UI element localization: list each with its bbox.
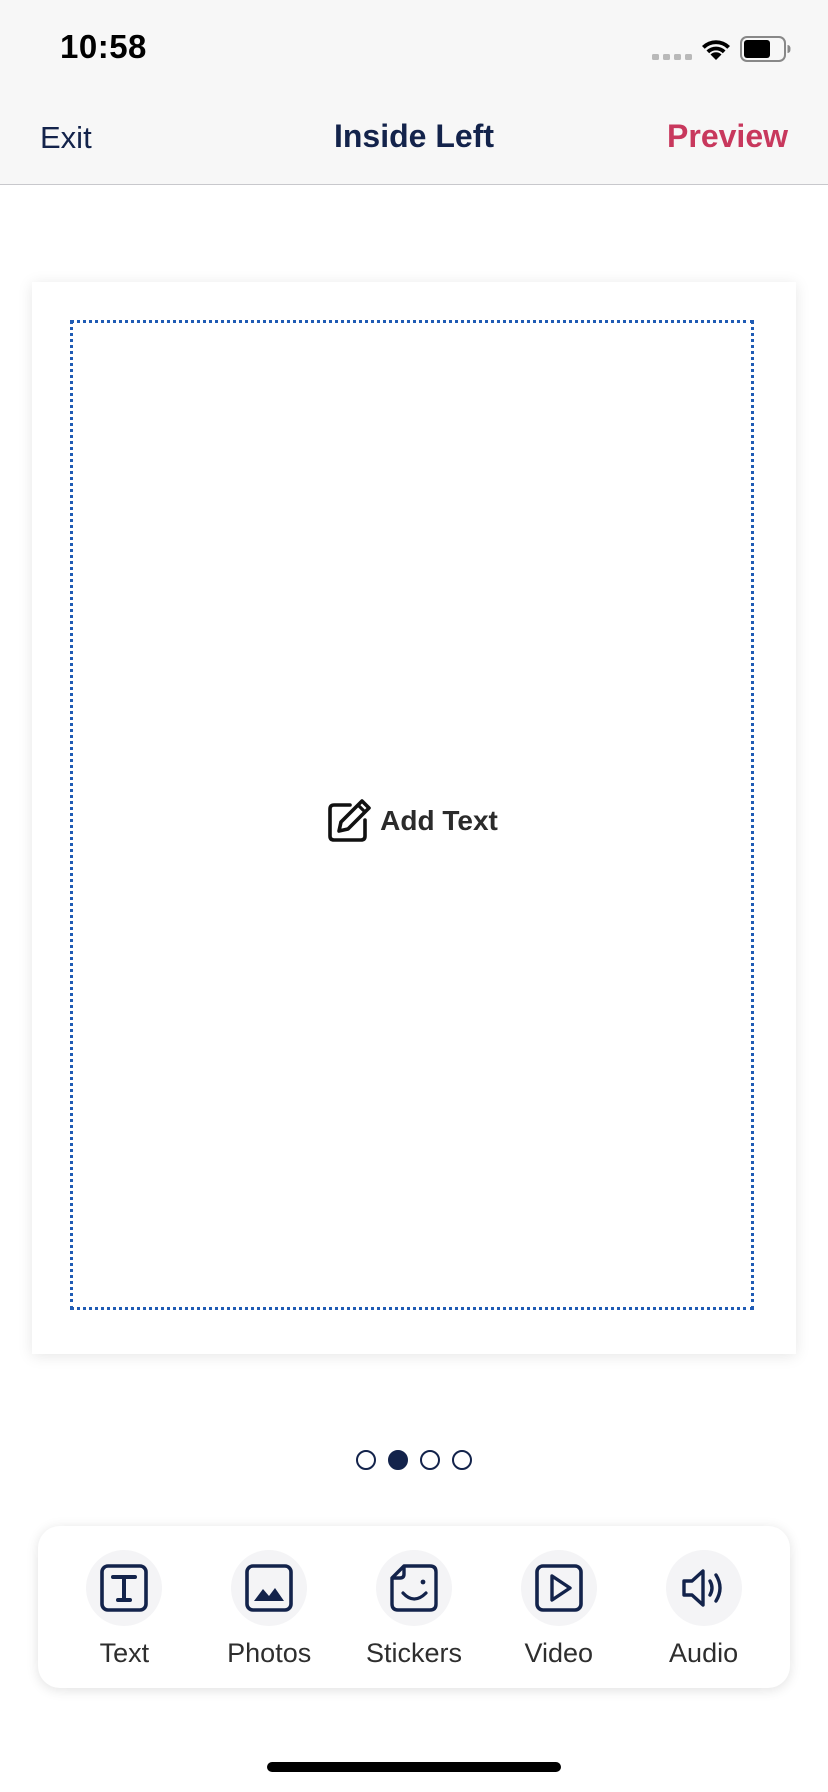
sticker-icon xyxy=(375,1550,452,1626)
toolbar-label: Audio xyxy=(669,1638,739,1668)
toolbar-label: Photos xyxy=(227,1638,312,1668)
nav-bar: Exit Inside Left Preview xyxy=(0,96,828,185)
toolbar-item-stickers[interactable]: Stickers xyxy=(349,1526,479,1669)
wifi-icon xyxy=(702,40,730,60)
add-text-label: Add Text xyxy=(380,805,498,836)
toolbar-item-video[interactable]: Video xyxy=(494,1526,624,1669)
edit-pencil-icon xyxy=(328,799,371,842)
card-editor-screen: 10:58 Exit Inside Left Preview Add Text … xyxy=(0,0,828,1792)
page-dot[interactable] xyxy=(356,1450,376,1470)
preview-button[interactable]: Preview xyxy=(667,118,788,155)
video-play-icon xyxy=(520,1550,597,1626)
status-bar: 10:58 xyxy=(0,0,828,96)
toolbar-label: Video xyxy=(524,1638,594,1668)
toolbar-item-photos[interactable]: Photos xyxy=(204,1526,334,1669)
text-icon xyxy=(86,1550,163,1626)
speaker-icon xyxy=(665,1550,742,1626)
page-indicator xyxy=(0,1450,828,1470)
toolbar-label: Text xyxy=(99,1638,150,1668)
page-dot[interactable] xyxy=(420,1450,440,1470)
toolbar-item-text[interactable]: Text xyxy=(59,1526,189,1669)
status-time: 10:58 xyxy=(60,28,147,65)
text-drop-zone[interactable]: Add Text xyxy=(70,320,754,1310)
page-dot[interactable] xyxy=(388,1450,408,1470)
card-panel: Add Text xyxy=(32,282,796,1354)
home-indicator[interactable] xyxy=(267,1762,561,1772)
signal-dots-icon xyxy=(652,54,692,60)
toolbar-item-audio[interactable]: Audio xyxy=(639,1526,769,1669)
battery-icon xyxy=(740,36,791,62)
photo-icon xyxy=(231,1550,308,1626)
toolbar-label: Stickers xyxy=(365,1638,462,1668)
page-dot[interactable] xyxy=(452,1450,472,1470)
content-toolbar: Text Photos Stickers Video Audio xyxy=(38,1526,790,1688)
add-text-button[interactable]: Add Text xyxy=(73,798,751,844)
